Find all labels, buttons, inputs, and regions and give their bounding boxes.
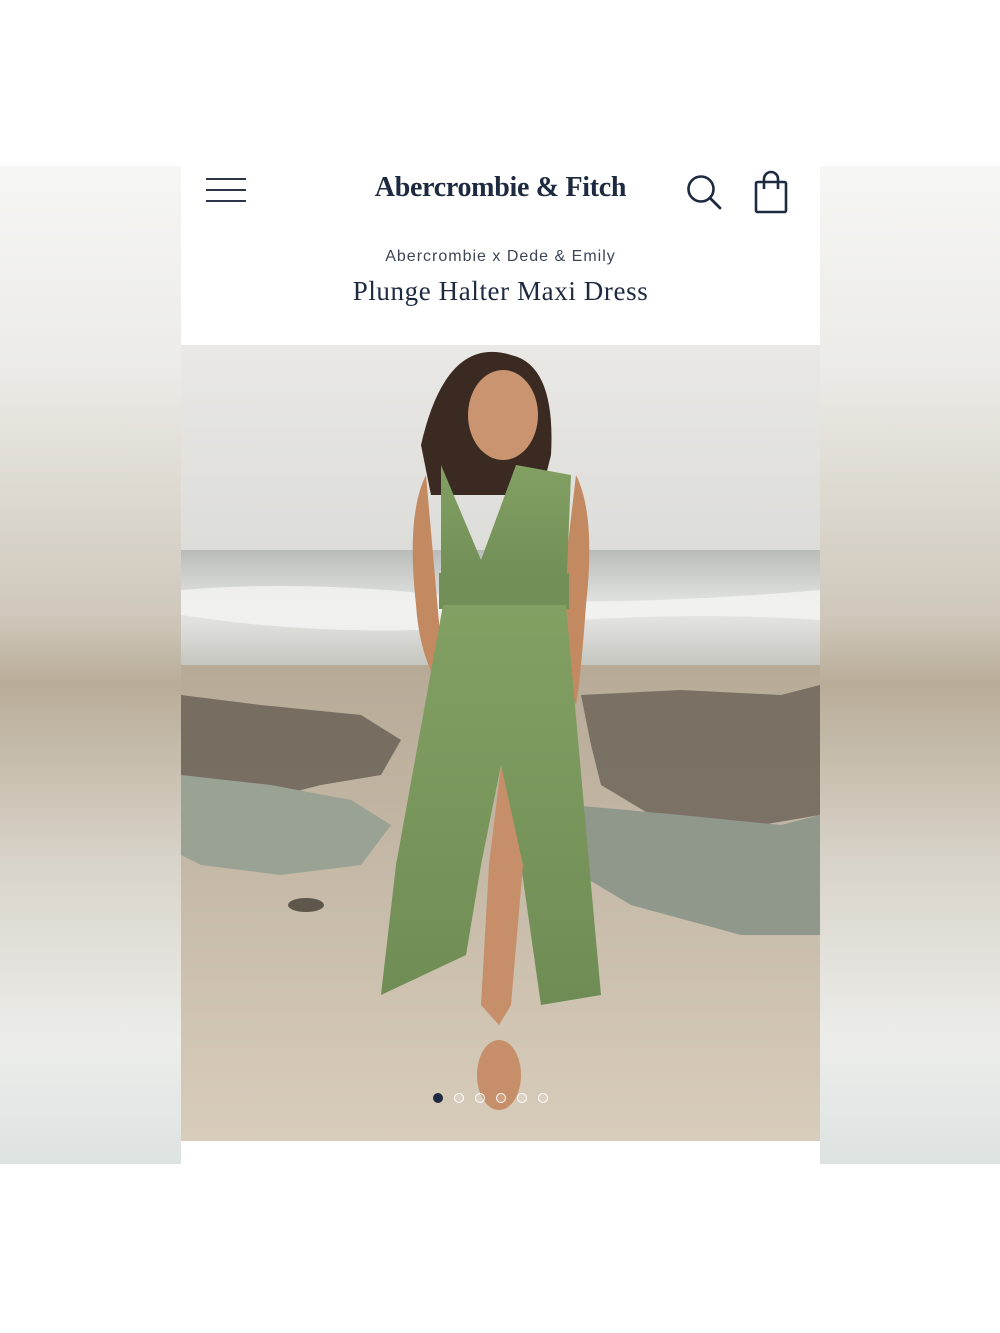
product-photo[interactable] bbox=[181, 345, 820, 1141]
hamburger-menu-icon[interactable] bbox=[206, 176, 248, 208]
carousel-dot-3[interactable] bbox=[475, 1093, 485, 1103]
image-carousel-dots bbox=[433, 1093, 548, 1107]
carousel-dot-6[interactable] bbox=[538, 1093, 548, 1103]
search-icon[interactable] bbox=[684, 172, 724, 212]
carousel-dot-5[interactable] bbox=[517, 1093, 527, 1103]
carousel-dot-1[interactable] bbox=[433, 1093, 443, 1103]
carousel-dot-2[interactable] bbox=[454, 1093, 464, 1103]
shopping-bag-icon[interactable] bbox=[751, 170, 791, 214]
collaboration-label: Abercrombie x Dede & Emily bbox=[385, 248, 616, 265]
carousel-dot-4[interactable] bbox=[496, 1093, 506, 1103]
product-page: Abercrombie & Fitch Abercrombie x Dede &… bbox=[181, 166, 820, 1164]
site-header: Abercrombie & Fitch bbox=[181, 166, 820, 218]
brand-logo[interactable]: Abercrombie & Fitch bbox=[331, 170, 670, 206]
product-title: Plunge Halter Maxi Dress bbox=[352, 276, 649, 306]
